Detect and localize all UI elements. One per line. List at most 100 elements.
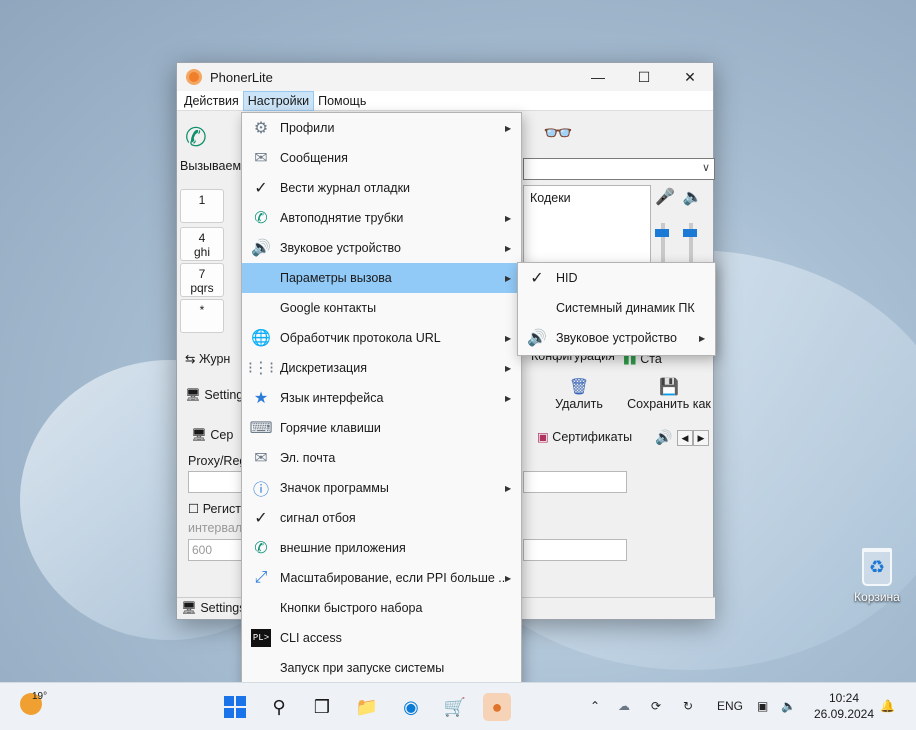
mail-icon: ✉: [254, 450, 268, 467]
edge-browser-icon[interactable]: ◉: [397, 693, 425, 721]
recycle-bin-icon: [862, 548, 892, 586]
key-star[interactable]: *: [180, 299, 224, 333]
taskbar: 19° ⚲ ❒ 📁 ◉ 🛒 ● ⌃ ☁ ⟳ ↻ ENG ▣ 🔈 10:24 26.…: [0, 682, 916, 730]
register-checkbox[interactable]: ☐ Регистр: [188, 501, 248, 516]
info-icon: ⓘ: [252, 482, 269, 499]
tab-scroll-right-button[interactable]: ▶: [693, 430, 709, 446]
volume-icon[interactable]: 🔈: [781, 699, 796, 713]
speaker-tab-icon[interactable]: 🔊: [655, 429, 672, 446]
window-title: PhonerLite: [210, 69, 273, 85]
menu-item-sound-device[interactable]: 🔊 Звуковое устройство ▶: [242, 233, 521, 263]
menu-item-app-icon[interactable]: ⓘ Значок программы ▶: [242, 473, 521, 503]
clock[interactable]: 10:24 26.09.2024: [812, 690, 876, 722]
menu-item-auto-answer[interactable]: ✆ Автоподнятие трубки ▶: [242, 203, 521, 233]
codecs-panel: Кодеки: [523, 185, 651, 263]
scale-icon: ⤢: [254, 569, 268, 586]
settings-tab-left[interactable]: 🖥 Setting: [185, 388, 243, 403]
menu-actions[interactable]: Действия: [180, 92, 243, 110]
settings-menu: ⚙ Профили ▶ ✉ Сообщения ✓ Вести журнал отлад…: [241, 112, 522, 686]
task-view-icon[interactable]: ❒: [308, 693, 336, 721]
menu-item-hotkeys[interactable]: ⌨ Горячие клавиши: [242, 413, 521, 443]
key-7[interactable]: 7 pqrs: [180, 263, 224, 297]
server-field-input-2[interactable]: [523, 539, 627, 561]
device-icon[interactable]: ▣: [757, 699, 768, 713]
menu-item-scaling[interactable]: ⤢ Масштабирование, если PPI больше ... ▶: [242, 563, 521, 593]
check-icon: ✓: [254, 180, 268, 197]
journal-tab[interactable]: ⇆ Журн: [185, 351, 230, 366]
recycle-bin[interactable]: Корзина: [850, 548, 904, 604]
phonerlite-taskbar-icon[interactable]: ●: [483, 693, 511, 721]
file-explorer-icon[interactable]: 📁: [353, 693, 381, 721]
language-indicator[interactable]: ENG: [717, 699, 743, 713]
submenu-item-pc-speaker[interactable]: Системный динамик ПК: [518, 293, 715, 323]
save-as-button[interactable]: 💾 Сохранить как: [627, 377, 711, 411]
cloud-icon[interactable]: ☁: [618, 699, 630, 713]
speaker-icon: 🔊: [251, 240, 271, 257]
chevron-down-icon: ∨: [701, 162, 710, 174]
menu-item-run-at-startup[interactable]: Запуск при запуске системы: [242, 653, 521, 683]
temperature: 19°: [32, 691, 48, 702]
key-1[interactable]: 1: [180, 189, 224, 223]
menu-item-cli-access[interactable]: PL> CLI access: [242, 623, 521, 653]
store-icon[interactable]: 🛒: [441, 693, 469, 721]
menu-help[interactable]: Помощь: [314, 92, 370, 110]
menu-item-google-contacts[interactable]: Google контакты: [242, 293, 521, 323]
sync-icon[interactable]: ⟳: [651, 699, 661, 713]
interval-label: интервал: [188, 521, 243, 535]
minimize-button[interactable]: —: [575, 63, 621, 91]
menu-item-hangup-signal[interactable]: ✓ сигнал отбоя: [242, 503, 521, 533]
server-tab[interactable]: 🖥 Сер: [191, 428, 233, 443]
network-sync-icon[interactable]: ↻: [683, 699, 693, 713]
menu-item-ui-language[interactable]: ★ Язык интерфейса ▶: [242, 383, 521, 413]
menu-item-call-params[interactable]: Параметры вызова ▶: [242, 263, 521, 293]
gear-icon: ⚙: [253, 120, 269, 137]
speaker-volume-slider[interactable]: [683, 229, 697, 237]
maximize-button[interactable]: ☐: [621, 63, 667, 91]
volume-sliders: [655, 223, 711, 263]
speaker-icon: 🔊: [527, 330, 547, 347]
server-field-input[interactable]: [523, 471, 627, 493]
menu-item-profiles[interactable]: ⚙ Профили ▶: [242, 113, 521, 143]
envelope-icon: ✉: [254, 150, 268, 167]
submenu-arrow-icon: ▶: [505, 123, 512, 133]
menu-item-messages[interactable]: ✉ Сообщения: [242, 143, 521, 173]
certificates-tab[interactable]: ▣ Сертификаты: [537, 429, 632, 444]
tab-scroll-left-button[interactable]: ◀: [677, 430, 693, 446]
settings-status[interactable]: 🖥 Settings: [181, 601, 246, 616]
speaker-mute-icon[interactable]: 🔈: [683, 189, 711, 206]
key-4[interactable]: 4 ghi: [180, 227, 224, 261]
mic-volume-slider[interactable]: [655, 229, 669, 237]
submenu-item-sound-device[interactable]: 🔊 Звуковое устройство ▶: [518, 323, 715, 353]
mic-mute-icon[interactable]: 🎤: [655, 189, 683, 206]
globe-icon: 🌐: [251, 330, 271, 347]
call-phone-icon[interactable]: ✆: [185, 123, 213, 151]
menu-item-sampling[interactable]: ⁝⋮⁝ Дискретизация ▶: [242, 353, 521, 383]
title-bar[interactable]: PhonerLite — ☐ ✕: [177, 63, 713, 91]
proxy-label: Proxy/Reg: [188, 454, 247, 468]
search-icon[interactable]: ⚲: [265, 693, 293, 721]
menu-item-debug-log[interactable]: ✓ Вести журнал отладки: [242, 173, 521, 203]
call-params-submenu: ✓ HID Системный динамик ПК 🔊 Звуковое устр…: [517, 262, 716, 356]
menu-item-email[interactable]: ✉ Эл. почта: [242, 443, 521, 473]
chevron-up-icon[interactable]: ⌃: [590, 699, 600, 713]
check-icon: ✓: [530, 270, 544, 287]
recycle-bin-label: Корзина: [854, 590, 900, 604]
interval-input[interactable]: 600: [188, 539, 244, 561]
notification-bell-icon[interactable]: 🔔: [880, 699, 895, 713]
menu-item-url-handler[interactable]: 🌐 Обработчик протокола URL ▶: [242, 323, 521, 353]
waveform-icon: ⁝⋮⁝: [247, 360, 275, 377]
phone-icon: ✆: [254, 540, 268, 557]
close-button[interactable]: ✕: [667, 63, 713, 91]
delete-button[interactable]: 🗑 Удалить: [551, 377, 607, 411]
callee-combobox[interactable]: ∨: [523, 158, 715, 180]
menu-settings[interactable]: Настройки: [242, 90, 315, 111]
glasses-icon[interactable]: 👓: [543, 119, 573, 148]
mute-icons: 🎤🔈: [655, 187, 711, 207]
phone-hourglass-icon: ✆: [254, 210, 268, 227]
save-icon: 💾: [659, 379, 679, 396]
keyboard-icon: ⌨: [249, 420, 273, 437]
menu-item-speed-dial[interactable]: Кнопки быстрого набора: [242, 593, 521, 623]
start-button[interactable]: [221, 693, 249, 721]
menu-item-external-apps[interactable]: ✆ внешние приложения: [242, 533, 521, 563]
submenu-item-hid[interactable]: ✓ HID: [518, 263, 715, 293]
